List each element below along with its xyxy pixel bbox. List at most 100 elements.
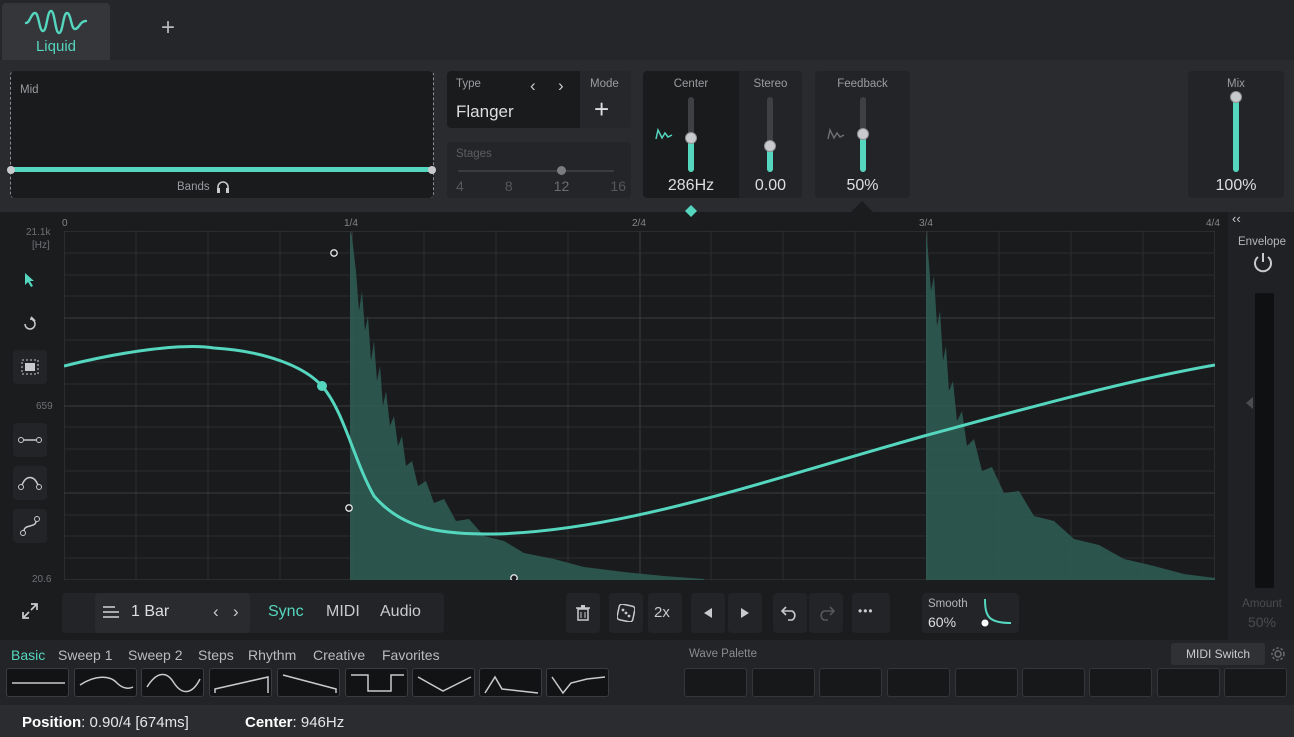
more-options-button[interactable]: •••: [852, 593, 890, 633]
power-icon[interactable]: [1251, 250, 1275, 274]
x-tick: 1/4: [344, 218, 358, 229]
center-value: 286Hz: [667, 177, 715, 194]
square-wave-icon: [351, 674, 404, 692]
stages-option[interactable]: 16: [610, 178, 626, 194]
trash-icon: [576, 605, 590, 621]
preset-tab-creative[interactable]: Creative: [313, 647, 365, 663]
y-bottom-label: 20.6: [32, 574, 52, 585]
feedback-slider-knob[interactable]: [857, 128, 869, 140]
stages-slider-knob[interactable]: [557, 166, 566, 175]
preset-tab-basic[interactable]: Basic: [11, 647, 45, 663]
redo-icon: [820, 606, 835, 621]
shape-bump[interactable]: [74, 668, 137, 697]
multiplier-button[interactable]: 2x: [648, 593, 682, 633]
menu-lines-icon: [103, 606, 119, 618]
shape-sine[interactable]: [141, 668, 204, 697]
mix-value: 100%: [1215, 177, 1257, 194]
y-top-label: 21.1k: [26, 227, 51, 238]
line-segment-icon: [18, 437, 42, 443]
stereo-slider-knob[interactable]: [764, 140, 776, 152]
length-next-button[interactable]: ›: [233, 602, 239, 622]
preset-tab-sweep-1[interactable]: Sweep 1: [58, 647, 112, 663]
delete-button[interactable]: [566, 593, 600, 633]
shape-flat[interactable]: [6, 668, 69, 697]
type-next-button[interactable]: ›: [558, 76, 564, 96]
headphones-icon: [216, 181, 229, 193]
triangle-left-icon: [704, 608, 712, 618]
audio-button[interactable]: Audio: [380, 603, 421, 621]
draw-tool[interactable]: [13, 307, 47, 341]
band-range-bar[interactable]: [11, 167, 433, 172]
position-readout: Position: 0.90/4 [674ms]: [22, 714, 189, 731]
stages-slider-track[interactable]: [458, 170, 614, 172]
band-left-handle[interactable]: [7, 166, 15, 174]
stereo-label: Stereo: [753, 78, 788, 90]
band-title: Mid: [20, 84, 39, 96]
shape-peak[interactable]: [479, 668, 542, 697]
midi-button[interactable]: MIDI: [326, 603, 360, 621]
shift-right-button[interactable]: [728, 593, 762, 633]
stages-label: Stages: [456, 148, 492, 160]
preset-tab-favorites[interactable]: Favorites: [382, 647, 440, 663]
more-label: •••: [858, 604, 874, 618]
tab-liquid[interactable]: Liquid: [2, 3, 110, 60]
envelope-amount-track[interactable]: [1255, 293, 1274, 588]
select-tool[interactable]: [13, 350, 47, 384]
arc-tool[interactable]: [13, 466, 47, 500]
shape-ramp-down[interactable]: [277, 668, 340, 697]
center-marker-diamond[interactable]: [684, 204, 698, 218]
mix-slider-fill: [1233, 97, 1239, 172]
palette-slot[interactable]: [752, 668, 815, 697]
palette-slot[interactable]: [684, 668, 747, 697]
band-right-handle[interactable]: [428, 166, 436, 174]
shape-triangle[interactable]: [412, 668, 475, 697]
preset-tab-sweep-2[interactable]: Sweep 2: [128, 647, 182, 663]
stages-option[interactable]: 4: [456, 178, 464, 194]
length-prev-button[interactable]: ‹: [213, 602, 219, 622]
shift-left-button[interactable]: [691, 593, 725, 633]
redo-button[interactable]: [809, 593, 843, 633]
bezier-handle[interactable]: [330, 249, 338, 257]
palette-slot[interactable]: [1224, 668, 1287, 697]
preset-tab-steps[interactable]: Steps: [198, 647, 234, 663]
envelope-collapse-button[interactable]: ‹‹: [1232, 211, 1241, 226]
shape-square[interactable]: [345, 668, 408, 697]
stages-option[interactable]: 12: [554, 178, 570, 194]
amount-pointer-icon: [1246, 397, 1253, 409]
amount-value: 50%: [1247, 614, 1277, 630]
sync-button[interactable]: Sync: [268, 603, 304, 621]
tab-bar: [0, 0, 1294, 60]
midi-switch-button[interactable]: MIDI Switch: [1171, 643, 1265, 665]
center-slider-knob[interactable]: [685, 132, 697, 144]
gear-icon[interactable]: [1270, 646, 1286, 662]
s-curve-tool[interactable]: [13, 509, 47, 543]
palette-slot[interactable]: [819, 668, 882, 697]
palette-slot[interactable]: [1157, 668, 1220, 697]
shape-dip[interactable]: [546, 668, 609, 697]
shape-ramp-up[interactable]: [209, 668, 272, 697]
undo-button[interactable]: [773, 593, 807, 633]
envelope-label: Envelope: [1238, 236, 1286, 248]
line-tool[interactable]: [13, 423, 47, 457]
mode-add-button[interactable]: +: [594, 96, 609, 122]
triangle-right-icon: [741, 608, 749, 618]
bands-button[interactable]: Bands: [177, 180, 230, 193]
bezier-handle[interactable]: [345, 504, 353, 512]
add-tab-button[interactable]: +: [150, 12, 186, 44]
band-selector[interactable]: [10, 71, 434, 198]
preset-tab-rhythm[interactable]: Rhythm: [248, 647, 296, 663]
curve-point-handle[interactable]: [317, 381, 327, 391]
bezier-handle[interactable]: [510, 574, 518, 580]
palette-slot[interactable]: [1022, 668, 1085, 697]
modulation-graph[interactable]: [64, 231, 1215, 580]
pointer-tool[interactable]: [13, 263, 47, 297]
palette-slot[interactable]: [955, 668, 1018, 697]
stages-option[interactable]: 8: [505, 178, 513, 194]
palette-slot[interactable]: [1089, 668, 1152, 697]
mix-slider-knob[interactable]: [1230, 91, 1242, 103]
randomize-button[interactable]: [609, 593, 643, 633]
expand-icon[interactable]: [21, 602, 39, 620]
type-value[interactable]: Flanger: [456, 102, 514, 122]
palette-slot[interactable]: [887, 668, 950, 697]
type-prev-button[interactable]: ‹: [530, 76, 536, 96]
